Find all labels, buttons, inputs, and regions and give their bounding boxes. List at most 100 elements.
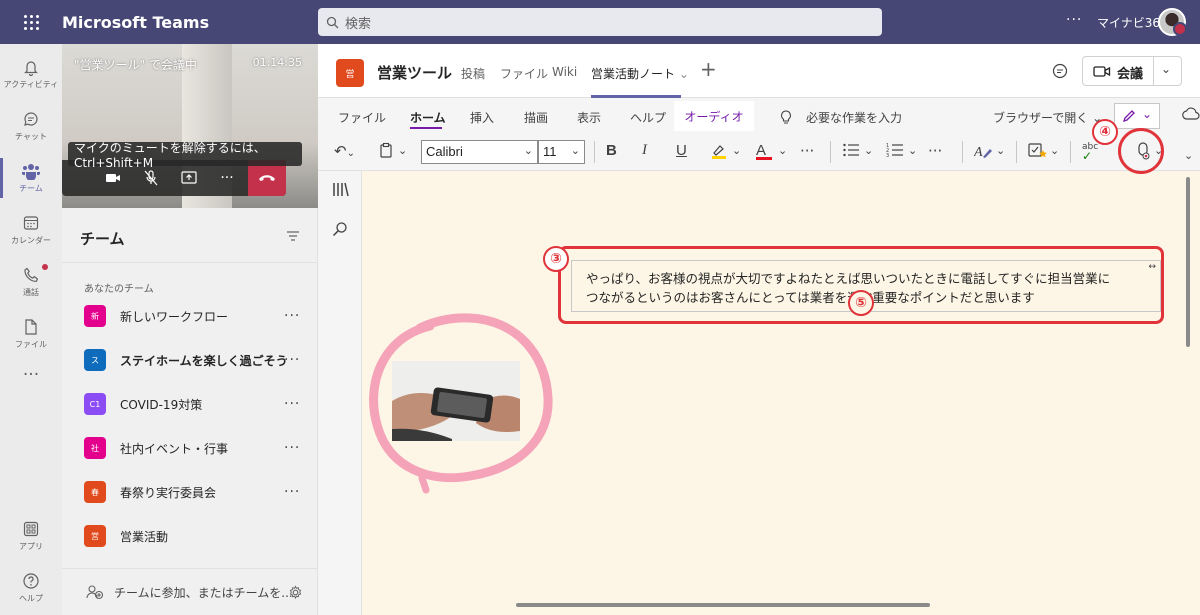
more-icon[interactable]: ··· bbox=[284, 308, 300, 324]
meet-button[interactable]: 会議 ⌄ bbox=[1082, 56, 1182, 86]
chevron-down-icon[interactable]: ⌄ bbox=[778, 144, 787, 157]
ribbon-tab-draw[interactable]: 描画 bbox=[524, 109, 548, 126]
open-in-browser-button[interactable]: ブラウザーで開く ⌄ bbox=[993, 109, 1102, 126]
chevron-down-icon[interactable]: ⌄ bbox=[1184, 149, 1193, 162]
team-name: 新しいワークフロー bbox=[120, 309, 229, 324]
app-title: Microsoft Teams bbox=[62, 12, 210, 32]
chevron-down-icon[interactable]: ⌄ bbox=[864, 144, 873, 157]
team-name: 春祭り実行委員会 bbox=[120, 485, 217, 500]
chevron-down-icon[interactable]: ⌄ bbox=[1161, 62, 1171, 76]
chevron-down-icon[interactable]: ⌄ bbox=[732, 144, 741, 157]
team-row[interactable]: ス ステイホームを楽しく過ごそう ··· bbox=[62, 338, 318, 382]
tell-me-input[interactable]: 必要な作業を入力 bbox=[806, 109, 902, 126]
pen-icon bbox=[1122, 110, 1135, 123]
tab-wiki[interactable]: Wiki bbox=[552, 65, 577, 79]
bold-icon[interactable]: B bbox=[606, 142, 617, 159]
font-name: Calibri bbox=[426, 144, 463, 159]
team-avatar: 新 bbox=[84, 305, 106, 327]
step-3-badge: ③ bbox=[543, 246, 569, 272]
highlight-icon[interactable] bbox=[710, 142, 728, 164]
tab-label: 営業活動ノート bbox=[591, 67, 676, 81]
horizontal-scrollbar[interactable] bbox=[516, 603, 930, 607]
app-launcher-icon[interactable] bbox=[0, 0, 62, 44]
team-avatar: 営 bbox=[84, 525, 106, 547]
active-ribbon-indicator bbox=[410, 127, 442, 129]
undo-icon[interactable]: ↶⌄ bbox=[334, 142, 355, 160]
search-icon[interactable] bbox=[332, 221, 348, 237]
rail-item-apps[interactable]: アプリ bbox=[0, 510, 62, 562]
ribbon-tab-help[interactable]: ヘルプ bbox=[630, 109, 666, 126]
step-5-badge: ⑤ bbox=[848, 290, 874, 316]
tab-files[interactable]: ファイル bbox=[500, 65, 548, 82]
team-name: 営業活動 bbox=[120, 529, 169, 544]
more-icon[interactable]: ··· bbox=[928, 142, 942, 160]
chevron-down-icon[interactable]: ⌄ bbox=[398, 144, 407, 157]
add-people-icon bbox=[86, 585, 104, 600]
styles-icon[interactable]: A bbox=[973, 142, 994, 164]
rail-label: ヘルプ bbox=[19, 594, 43, 603]
ribbon-tab-insert[interactable]: 挿入 bbox=[470, 109, 494, 126]
rail-label: アプリ bbox=[19, 542, 43, 551]
more-icon[interactable]: ··· bbox=[284, 396, 300, 412]
bell-icon bbox=[24, 61, 38, 76]
more-icon[interactable]: ··· bbox=[284, 352, 300, 368]
ribbon-tab-view[interactable]: 表示 bbox=[577, 109, 601, 126]
more-options-icon[interactable]: ··· bbox=[1066, 12, 1082, 28]
channel-header: 営 営業ツール 投稿 ファイル Wiki 営業活動ノート ⌄ + 会議 ⌄ bbox=[318, 44, 1200, 98]
filter-icon[interactable] bbox=[286, 230, 300, 242]
cloud-icon[interactable] bbox=[1182, 107, 1200, 121]
chevron-down-icon: ⌄ bbox=[570, 145, 580, 157]
rail-item-teams[interactable]: チーム bbox=[0, 152, 62, 204]
clipboard-icon[interactable] bbox=[378, 142, 394, 163]
italic-icon[interactable]: I bbox=[642, 142, 647, 159]
font-color-icon[interactable]: A bbox=[756, 142, 772, 160]
divider bbox=[830, 141, 831, 163]
team-row[interactable]: C1 COVID-19対策 ··· bbox=[62, 382, 318, 426]
team-row[interactable]: 新 新しいワークフロー ··· bbox=[62, 294, 318, 338]
add-tab-icon[interactable]: + bbox=[700, 57, 717, 81]
font-size: 11 bbox=[543, 144, 557, 159]
ribbon-tab-audio[interactable]: オーディオ bbox=[674, 101, 754, 131]
bullets-icon[interactable] bbox=[842, 142, 860, 162]
tab-sales-notebook[interactable]: 営業活動ノート ⌄ bbox=[591, 65, 689, 82]
chevron-down-icon[interactable]: ⌄ bbox=[1050, 144, 1059, 157]
tag-icon[interactable] bbox=[1028, 142, 1048, 164]
app-rail: アクティビティ チャット チーム カレンダー 通話 ファイル ··· アプリ ヘ… bbox=[0, 44, 62, 615]
rail-item-calls[interactable]: 通話 bbox=[0, 256, 62, 308]
vertical-scrollbar[interactable] bbox=[1186, 177, 1190, 347]
underline-icon[interactable]: U bbox=[676, 142, 687, 159]
rail-label: 通話 bbox=[23, 288, 39, 297]
editing-mode-button[interactable]: ⌄ bbox=[1114, 103, 1160, 129]
avatar[interactable] bbox=[1158, 8, 1187, 36]
more-icon[interactable]: ··· bbox=[284, 440, 300, 456]
team-avatar: C1 bbox=[84, 393, 106, 415]
conversation-icon[interactable] bbox=[1051, 62, 1069, 80]
chevron-down-icon[interactable]: ⌄ bbox=[996, 144, 1005, 157]
ribbon-tabs: ファイル ホーム 挿入 描画 表示 ヘルプ オーディオ 必要な作業を入力 ブラウ… bbox=[318, 99, 1200, 133]
rail-item-help[interactable]: ヘルプ bbox=[0, 562, 62, 614]
team-row[interactable]: 社 社内イベント・行事 ··· bbox=[62, 426, 318, 470]
more-icon[interactable]: ··· bbox=[800, 142, 814, 160]
team-name: COVID-19対策 bbox=[120, 397, 203, 412]
chevron-down-icon[interactable]: ⌄ bbox=[908, 144, 917, 157]
rail-item-activity[interactable]: アクティビティ bbox=[0, 48, 62, 100]
rail-item-more[interactable]: ··· bbox=[0, 350, 62, 402]
rail-item-calendar[interactable]: カレンダー bbox=[0, 204, 62, 256]
tab-posts[interactable]: 投稿 bbox=[461, 65, 485, 82]
team-row[interactable]: 春 春祭り実行委員会 ··· bbox=[62, 470, 318, 514]
ribbon-tab-home[interactable]: ホーム bbox=[410, 109, 446, 126]
gear-icon[interactable] bbox=[288, 584, 303, 600]
team-row[interactable]: 営 営業活動 bbox=[62, 514, 318, 558]
top-bar: Microsoft Teams 検索 ··· マイナビ365 bbox=[0, 0, 1200, 44]
ribbon-tab-file[interactable]: ファイル bbox=[338, 109, 386, 126]
font-family-select[interactable]: Calibri ⌄ bbox=[421, 140, 538, 164]
search-input[interactable]: 検索 bbox=[318, 8, 882, 36]
font-size-select[interactable]: 11 ⌄ bbox=[538, 140, 585, 164]
rail-item-chat[interactable]: チャット bbox=[0, 100, 62, 152]
more-icon[interactable]: ··· bbox=[284, 484, 300, 500]
numbering-icon[interactable]: 123 bbox=[886, 142, 904, 162]
join-team-bar[interactable]: チームに参加、またはチームを... bbox=[62, 568, 318, 615]
notebooks-icon[interactable] bbox=[332, 181, 350, 197]
spelling-icon[interactable]: abc ✓ bbox=[1082, 142, 1098, 162]
meet-label: 会議 bbox=[1117, 67, 1144, 82]
